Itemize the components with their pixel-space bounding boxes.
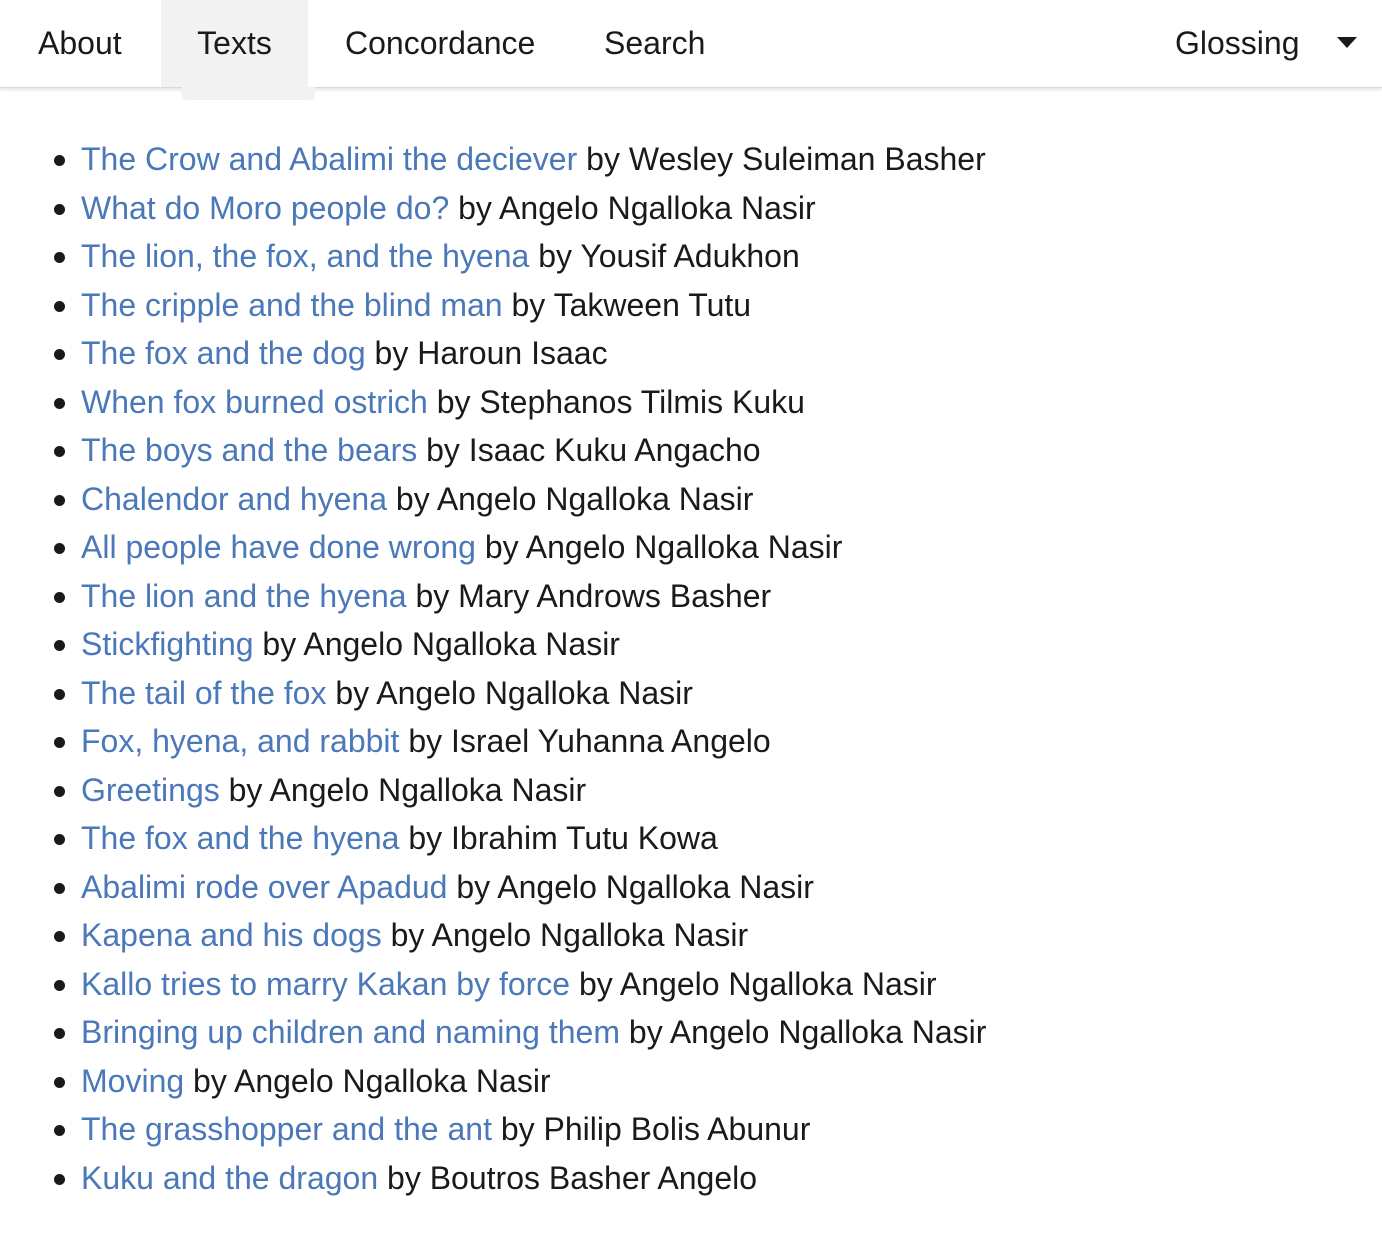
text-list-item: The grasshopper and the ant by Philip Bo… (0, 1105, 986, 1154)
bullet-icon (54, 882, 65, 894)
text-title-link[interactable]: The tail of the fox (81, 675, 326, 711)
nav-tab-concordance[interactable]: Concordance (345, 0, 535, 87)
bullet-icon (54, 834, 65, 845)
nav-tab-texts[interactable]: Texts (161, 0, 308, 87)
text-author: by Isaac Kuku Angacho (426, 432, 761, 468)
bullet-icon (54, 446, 65, 457)
text-title-link[interactable]: The boys and the bears (81, 432, 417, 468)
text-title-link[interactable]: Greetings (81, 772, 220, 808)
text-author: by Angelo Ngalloka Nasir (456, 868, 814, 905)
bullet-icon (54, 1076, 65, 1088)
bullet-icon (54, 252, 65, 263)
text-title-link[interactable]: Moving (81, 1063, 184, 1099)
text-author: by Angelo Ngalloka Nasir (228, 771, 587, 808)
text-list-item: The Crow and Abalimi the deciever by Wes… (0, 135, 986, 184)
text-author: by Mary Androws Basher (415, 577, 772, 614)
text-title-link[interactable]: The grasshopper and the ant (81, 1111, 492, 1147)
text-list-item: Greetings by Angelo Ngalloka Nasir (0, 766, 986, 815)
text-author: by Boutros Basher Angelo (387, 1159, 758, 1196)
text-list-item: Kuku and the dragon by Boutros Basher An… (0, 1154, 986, 1203)
text-author: by Angelo Ngalloka Nasir (458, 189, 816, 226)
text-title-link[interactable]: The lion and the hyena (81, 578, 407, 614)
bullet-icon (54, 543, 65, 554)
text-list-item: The lion, the fox, and the hyena by Yous… (0, 232, 986, 281)
text-title-link[interactable]: The cripple and the blind man (81, 287, 503, 323)
text-author: by Angelo Ngalloka Nasir (628, 1014, 987, 1050)
text-author: by Takween Tutu (511, 286, 752, 323)
text-author: by Angelo Ngalloka Nasir (390, 917, 749, 953)
text-author: by Israel Yuhanna Angelo (408, 723, 771, 759)
text-author: by Philip Bolis Abunur (500, 1111, 811, 1147)
bullet-icon (54, 640, 65, 651)
bullet-icon (54, 931, 65, 942)
top-navbar: About Texts Concordance Search Glossing (0, 0, 1382, 88)
text-list-item: Fox, hyena, and rabbit by Israel Yuhanna… (0, 717, 986, 766)
bullet-icon (54, 203, 65, 215)
bullet-icon (54, 397, 65, 409)
text-author: by Angelo Ngalloka Nasir (193, 1062, 551, 1099)
text-list-item: The cripple and the blind man by Takween… (0, 281, 986, 330)
text-title-link[interactable]: The fox and the hyena (81, 820, 399, 856)
text-title-link[interactable]: Bringing up children and naming them (81, 1014, 620, 1050)
text-title-link[interactable]: The lion, the fox, and the hyena (81, 238, 529, 274)
text-list-item: What do Moro people do? by Angelo Ngallo… (0, 184, 986, 233)
text-list-item: When fox burned ostrich by Stephanos Til… (0, 378, 986, 427)
bullet-icon (54, 1173, 65, 1185)
text-title-link[interactable]: Chalendor and hyena (81, 481, 387, 517)
bullet-icon (54, 979, 65, 991)
text-author: by Angelo Ngalloka Nasir (395, 480, 754, 517)
text-list-item: Stickfighting by Angelo Ngalloka Nasir (0, 620, 986, 669)
active-tab-indicator (182, 87, 315, 100)
text-title-link[interactable]: Fox, hyena, and rabbit (81, 723, 399, 759)
text-list-item: Moving by Angelo Ngalloka Nasir (0, 1057, 986, 1106)
text-list-item: All people have done wrong by Angelo Nga… (0, 523, 986, 572)
bullet-icon (54, 591, 65, 603)
nav-tab-about[interactable]: About (38, 0, 122, 87)
text-author: by Angelo Ngalloka Nasir (335, 674, 693, 711)
bullet-icon (54, 494, 65, 506)
text-author: by Angelo Ngalloka Nasir (578, 965, 937, 1002)
bullet-icon (54, 1028, 65, 1039)
caret-down-icon[interactable] (1337, 37, 1357, 48)
text-list-item: Kapena and his dogs by Angelo Ngalloka N… (0, 911, 986, 960)
texts-list: The Crow and Abalimi the deciever by Wes… (0, 135, 986, 1202)
text-title-link[interactable]: What do Moro people do? (81, 190, 449, 226)
text-title-link[interactable]: Stickfighting (81, 626, 254, 662)
text-title-link[interactable]: Kuku and the dragon (81, 1160, 378, 1196)
text-title-link[interactable]: Abalimi rode over Apadud (81, 869, 447, 905)
text-list-item: Kallo tries to marry Kakan by force by A… (0, 960, 986, 1009)
text-author: by Stephanos Tilmis Kuku (436, 383, 805, 420)
bullet-icon (54, 155, 65, 166)
text-author: by Yousif Adukhon (538, 238, 800, 274)
text-list-item: The boys and the bears by Isaac Kuku Ang… (0, 426, 986, 475)
text-list-item: The fox and the hyena by Ibrahim Tutu Ko… (0, 814, 986, 863)
text-author: by Ibrahim Tutu Kowa (408, 820, 718, 856)
text-author: by Haroun Isaac (374, 335, 608, 371)
bullet-icon (54, 688, 65, 700)
bullet-icon (54, 785, 65, 797)
text-list-item: The lion and the hyena by Mary Androws B… (0, 572, 986, 621)
text-author: by Angelo Ngalloka Nasir (484, 529, 843, 565)
text-list-item: The tail of the fox by Angelo Ngalloka N… (0, 669, 986, 718)
bullet-icon (54, 1125, 65, 1136)
text-list-item: Bringing up children and naming them by … (0, 1008, 986, 1057)
text-title-link[interactable]: When fox burned ostrich (81, 384, 428, 420)
text-author: by Angelo Ngalloka Nasir (262, 626, 620, 662)
text-list-item: The fox and the dog by Haroun Isaac (0, 329, 986, 378)
bullet-icon (54, 737, 65, 748)
bullet-icon (54, 349, 65, 360)
nav-tab-search[interactable]: Search (604, 0, 705, 87)
text-title-link[interactable]: The fox and the dog (81, 335, 366, 371)
bullet-icon (54, 300, 65, 312)
text-author: by Wesley Suleiman Basher (586, 141, 986, 177)
text-title-link[interactable]: All people have done wrong (81, 529, 476, 565)
text-title-link[interactable]: The Crow and Abalimi the deciever (81, 141, 577, 177)
text-title-link[interactable]: Kallo tries to marry Kakan by force (81, 966, 570, 1002)
text-list-item: Chalendor and hyena by Angelo Ngalloka N… (0, 475, 986, 524)
glossing-dropdown[interactable]: Glossing (1175, 0, 1300, 87)
text-list-item: Abalimi rode over Apadud by Angelo Ngall… (0, 863, 986, 912)
text-title-link[interactable]: Kapena and his dogs (81, 917, 382, 953)
